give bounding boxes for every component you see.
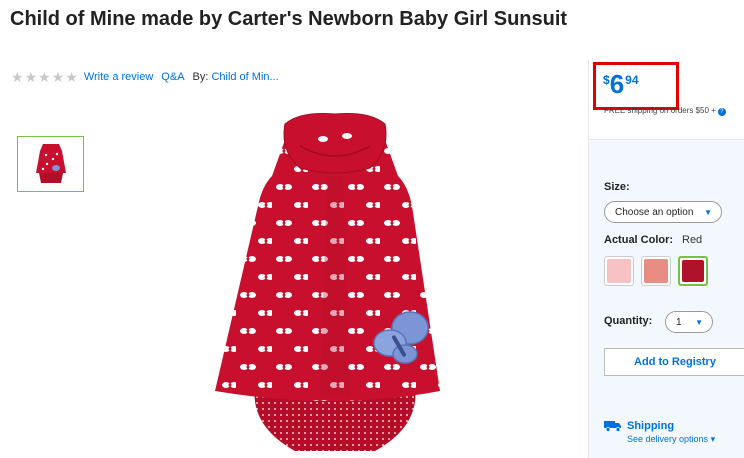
shipping-title: Shipping [627,420,675,432]
quantity-select[interactable]: 1 ▼ [665,311,713,333]
star-icon: ★ [51,69,65,85]
star-icon: ★ [11,69,24,85]
free-shipping-text: FREE shipping on orders $50 + [604,106,716,115]
product-main-image[interactable] [200,106,470,456]
star-icon: ★ [24,69,38,85]
color-value: Red [682,234,703,246]
by-label: By: [192,71,209,83]
delivery-options-label: See delivery options [627,434,709,444]
product-thumbnail[interactable] [17,136,84,192]
product-price: $ 6 94 [603,71,639,97]
rating-row: ★ ★ ★ ★ ★ Write a review Q&A By: Child o… [11,70,287,84]
price-cents: 94 [625,73,639,87]
swatch-fill [607,259,631,283]
truck-icon [604,421,621,432]
thumbnail-image [35,144,66,183]
price-dollars: 6 [609,69,625,99]
star-rating[interactable]: ★ ★ ★ ★ ★ [11,70,78,84]
color-swatch-coral[interactable] [641,256,671,286]
write-review-link[interactable]: Write a review [84,71,153,83]
star-icon: ★ [65,69,78,85]
chevron-down-icon: ▾ [710,434,716,444]
swatch-fill [682,260,704,282]
sunsuit-image [215,113,440,451]
color-label: Actual Color: [604,234,674,246]
size-label: Size: [604,181,630,193]
free-shipping-note: FREE shipping on orders $50 +? [604,106,726,116]
brand-link[interactable]: Child of Min... [211,71,278,83]
add-to-registry-button[interactable]: Add to Registry [604,348,744,376]
product-title: Child of Mine made by Carter's Newborn B… [10,8,568,30]
swatch-fill [644,259,668,283]
qa-link[interactable]: Q&A [161,71,184,83]
star-icon: ★ [38,69,51,85]
color-swatch-red[interactable] [678,256,708,286]
quantity-value: 1 [676,316,682,328]
size-select[interactable]: Choose an option ▼ [604,201,722,223]
price-currency: $ [603,73,610,87]
help-icon[interactable]: ? [717,108,726,116]
chevron-down-icon: ▼ [704,208,712,217]
chevron-down-icon: ▼ [695,318,703,327]
size-select-value: Choose an option [615,206,694,218]
delivery-options-link[interactable]: See delivery options ▾ [627,434,715,445]
color-swatch-light-pink[interactable] [604,256,634,286]
quantity-label: Quantity: [604,315,653,327]
